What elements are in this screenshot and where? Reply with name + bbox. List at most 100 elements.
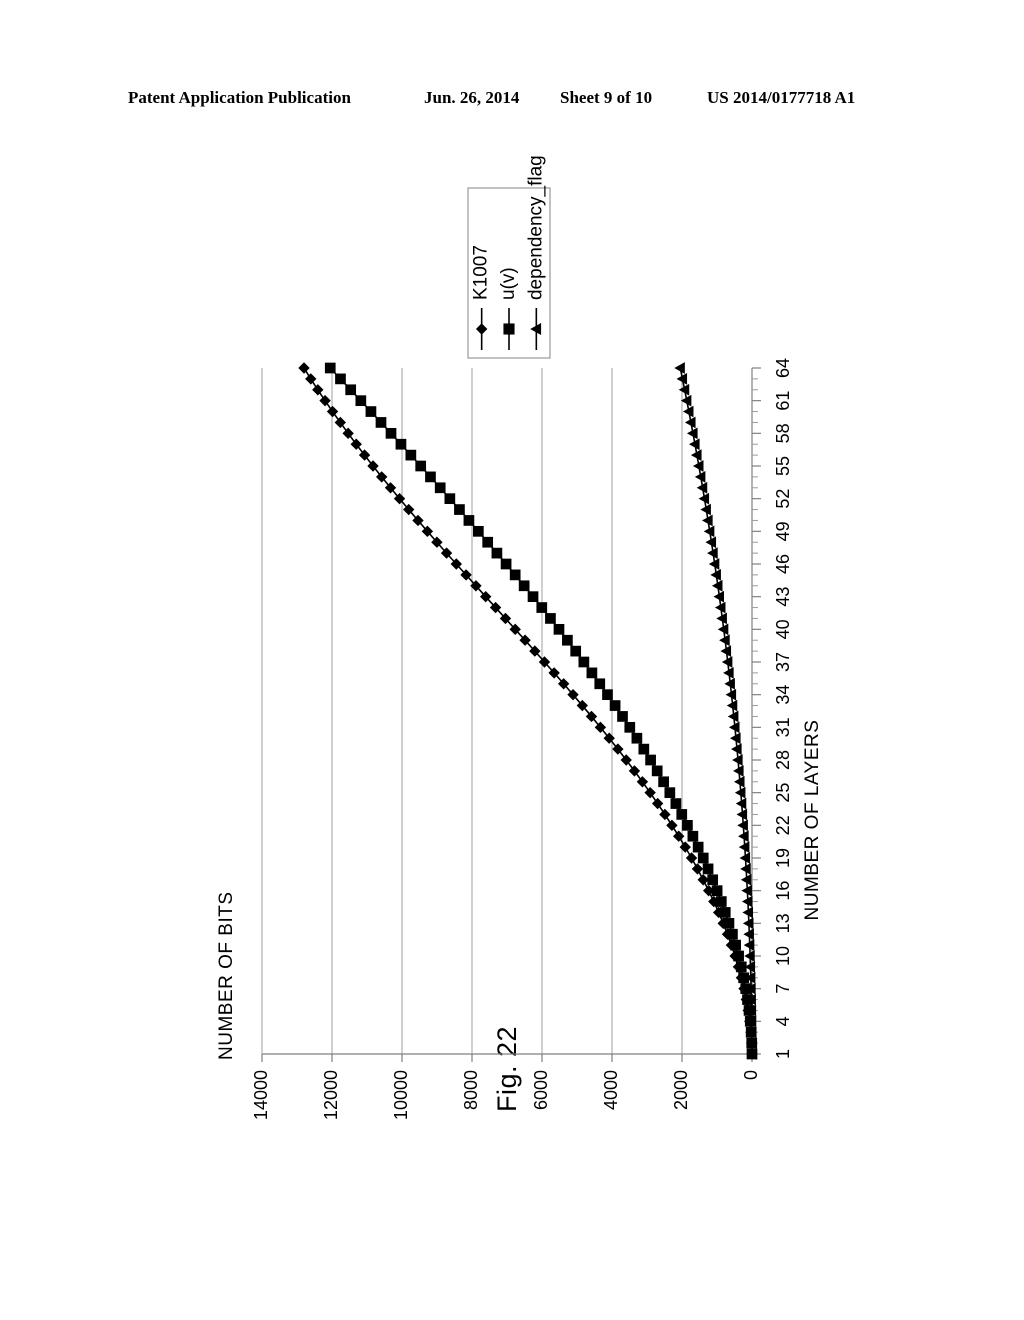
data-point-marker <box>335 373 346 385</box>
data-point-marker <box>482 536 494 548</box>
data-point-marker <box>527 591 539 603</box>
data-point-marker <box>645 754 656 766</box>
series-line <box>303 367 753 1055</box>
data-point-marker <box>733 950 744 962</box>
data-point-marker <box>719 907 731 918</box>
category-tick-label: 37 <box>773 652 793 672</box>
y-axis-title: NUMBER OF BITS <box>216 891 237 1060</box>
value-tick-label: 4000 <box>601 1070 621 1110</box>
data-point-marker <box>463 515 475 526</box>
data-point-marker <box>562 634 573 646</box>
category-tick-label: 34 <box>773 685 793 705</box>
data-point-marker <box>644 786 656 799</box>
data-point-marker <box>375 417 387 428</box>
category-tick-label: 61 <box>773 391 793 411</box>
data-point-marker <box>319 394 331 407</box>
data-point-marker <box>298 362 310 374</box>
data-point-marker <box>545 613 556 624</box>
data-point-marker <box>666 819 678 832</box>
legend-label: dependency_flag <box>525 155 546 300</box>
x-axis-title: NUMBER OF LAYERS <box>802 720 823 921</box>
data-point-marker <box>305 373 317 385</box>
chart-axis-titles: NUMBER OF BITS NUMBER OF LAYERS <box>216 720 823 1060</box>
data-point-marker <box>638 743 650 755</box>
chart-axes <box>261 367 761 1062</box>
data-point-marker <box>425 471 436 483</box>
data-point-marker <box>444 493 456 505</box>
data-point-marker <box>707 874 719 886</box>
category-tick-label: 31 <box>773 717 793 737</box>
category-tick-label: 4 <box>773 1016 793 1026</box>
data-point-marker <box>664 787 676 799</box>
chart-series <box>298 362 758 1060</box>
data-point-marker <box>682 819 693 831</box>
category-tick-label: 7 <box>773 984 793 994</box>
data-point-marker <box>715 896 727 907</box>
series-dependency-flag <box>674 362 757 1060</box>
data-point-marker <box>702 863 714 875</box>
category-tick-label: 52 <box>773 489 793 509</box>
data-point-marker <box>594 678 606 690</box>
chart-legend[interactable]: K1007 u(v) dependency_flag <box>467 155 551 359</box>
category-tick-label: 10 <box>773 946 793 966</box>
data-point-marker <box>326 405 339 418</box>
chart-figure: 0 2000 4000 6000 8000 10000 12000 14000 1 4 7 10 13 1… <box>0 0 1024 1320</box>
data-point-marker <box>651 765 663 777</box>
value-tick-label: 12000 <box>321 1070 341 1120</box>
data-point-marker <box>687 830 699 842</box>
data-point-marker <box>674 362 685 374</box>
legend-label: K1007 <box>471 245 492 300</box>
data-point-marker <box>670 798 682 809</box>
legend-label: u(v) <box>498 267 519 300</box>
data-point-marker <box>723 917 735 929</box>
series-u-v- <box>324 362 758 1060</box>
category-tick-label: 58 <box>773 423 793 443</box>
category-tick-label: 46 <box>773 554 793 574</box>
data-point-marker <box>434 482 446 494</box>
category-tick-label: 13 <box>773 913 793 933</box>
data-point-marker <box>324 362 336 374</box>
data-point-marker <box>355 395 367 407</box>
value-tick-label: 14000 <box>251 1070 271 1120</box>
data-point-marker <box>395 438 407 450</box>
category-tick-label: 28 <box>773 750 793 770</box>
data-point-marker <box>405 449 417 461</box>
data-point-marker <box>602 689 613 701</box>
data-point-marker <box>697 874 709 886</box>
data-point-marker <box>385 427 397 439</box>
category-tick-label: 55 <box>773 456 793 476</box>
category-tick-label: 16 <box>773 881 793 901</box>
category-tick-label: 22 <box>773 815 793 835</box>
data-point-marker <box>509 569 521 581</box>
data-point-marker <box>692 841 704 853</box>
data-point-marker <box>727 928 738 940</box>
category-tick-label: 43 <box>773 587 793 607</box>
data-point-marker <box>491 547 503 559</box>
category-tick-label: 1 <box>773 1049 793 1059</box>
value-tick-label: 6000 <box>531 1070 551 1110</box>
data-point-marker <box>518 580 530 592</box>
value-tick-label: 2000 <box>671 1070 691 1110</box>
category-tick-label: 64 <box>773 358 793 378</box>
category-tick-label: 19 <box>773 848 793 868</box>
category-tick-label: 25 <box>773 783 793 803</box>
data-point-marker <box>312 384 324 396</box>
category-tick-label: 49 <box>773 521 793 541</box>
series-k1007 <box>298 362 758 1060</box>
data-point-marker <box>659 808 671 821</box>
data-point-marker <box>631 732 643 744</box>
category-tick-label: 40 <box>773 619 793 639</box>
data-point-marker <box>536 602 548 613</box>
data-point-marker <box>617 711 628 722</box>
data-point-marker <box>578 656 590 668</box>
data-point-marker <box>345 384 357 396</box>
data-point-marker <box>730 939 741 951</box>
series-line <box>329 367 753 1055</box>
data-point-marker <box>500 558 512 570</box>
data-point-marker <box>472 525 484 537</box>
data-point-marker <box>651 797 664 810</box>
data-point-marker <box>624 721 636 733</box>
data-point-marker <box>415 460 427 472</box>
data-point-marker <box>697 852 709 864</box>
data-point-marker <box>711 885 723 897</box>
